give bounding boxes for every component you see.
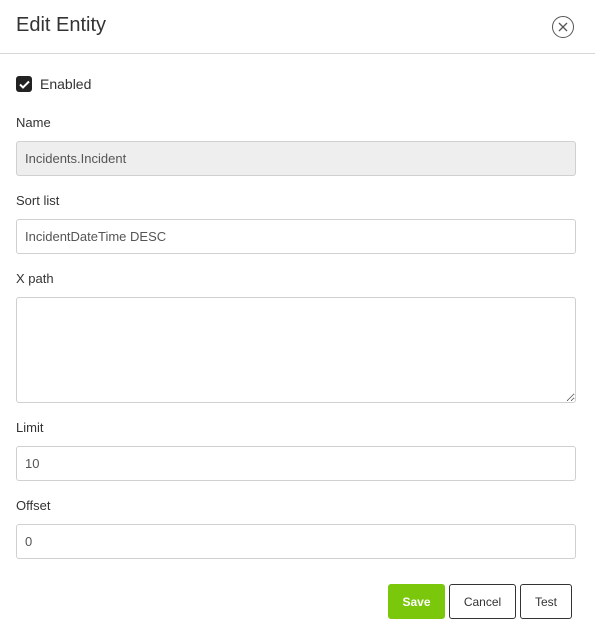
limit-label: Limit: [16, 420, 44, 435]
dialog-header: Edit Entity: [0, 0, 595, 54]
sort-list-label: Sort list: [16, 193, 60, 208]
save-button[interactable]: Save: [388, 584, 445, 619]
test-button[interactable]: Test: [520, 584, 572, 619]
enabled-checkbox[interactable]: [16, 76, 32, 92]
x-path-label: X path: [16, 271, 54, 286]
edit-entity-dialog: Edit Entity Enabled Name Sort list X pat…: [0, 0, 595, 637]
offset-label: Offset: [16, 498, 51, 513]
sort-list-field[interactable]: [16, 219, 576, 254]
dialog-title: Edit Entity: [16, 14, 107, 36]
close-button[interactable]: [552, 16, 574, 38]
enabled-row: Enabled: [16, 76, 91, 92]
close-icon: [558, 22, 568, 32]
limit-field[interactable]: [16, 446, 576, 481]
check-icon: [18, 80, 30, 89]
cancel-button[interactable]: Cancel: [449, 584, 516, 619]
name-field[interactable]: [16, 141, 576, 176]
enabled-label: Enabled: [40, 76, 92, 92]
name-label: Name: [16, 115, 51, 130]
offset-field[interactable]: [16, 524, 576, 559]
x-path-field[interactable]: [16, 297, 576, 403]
